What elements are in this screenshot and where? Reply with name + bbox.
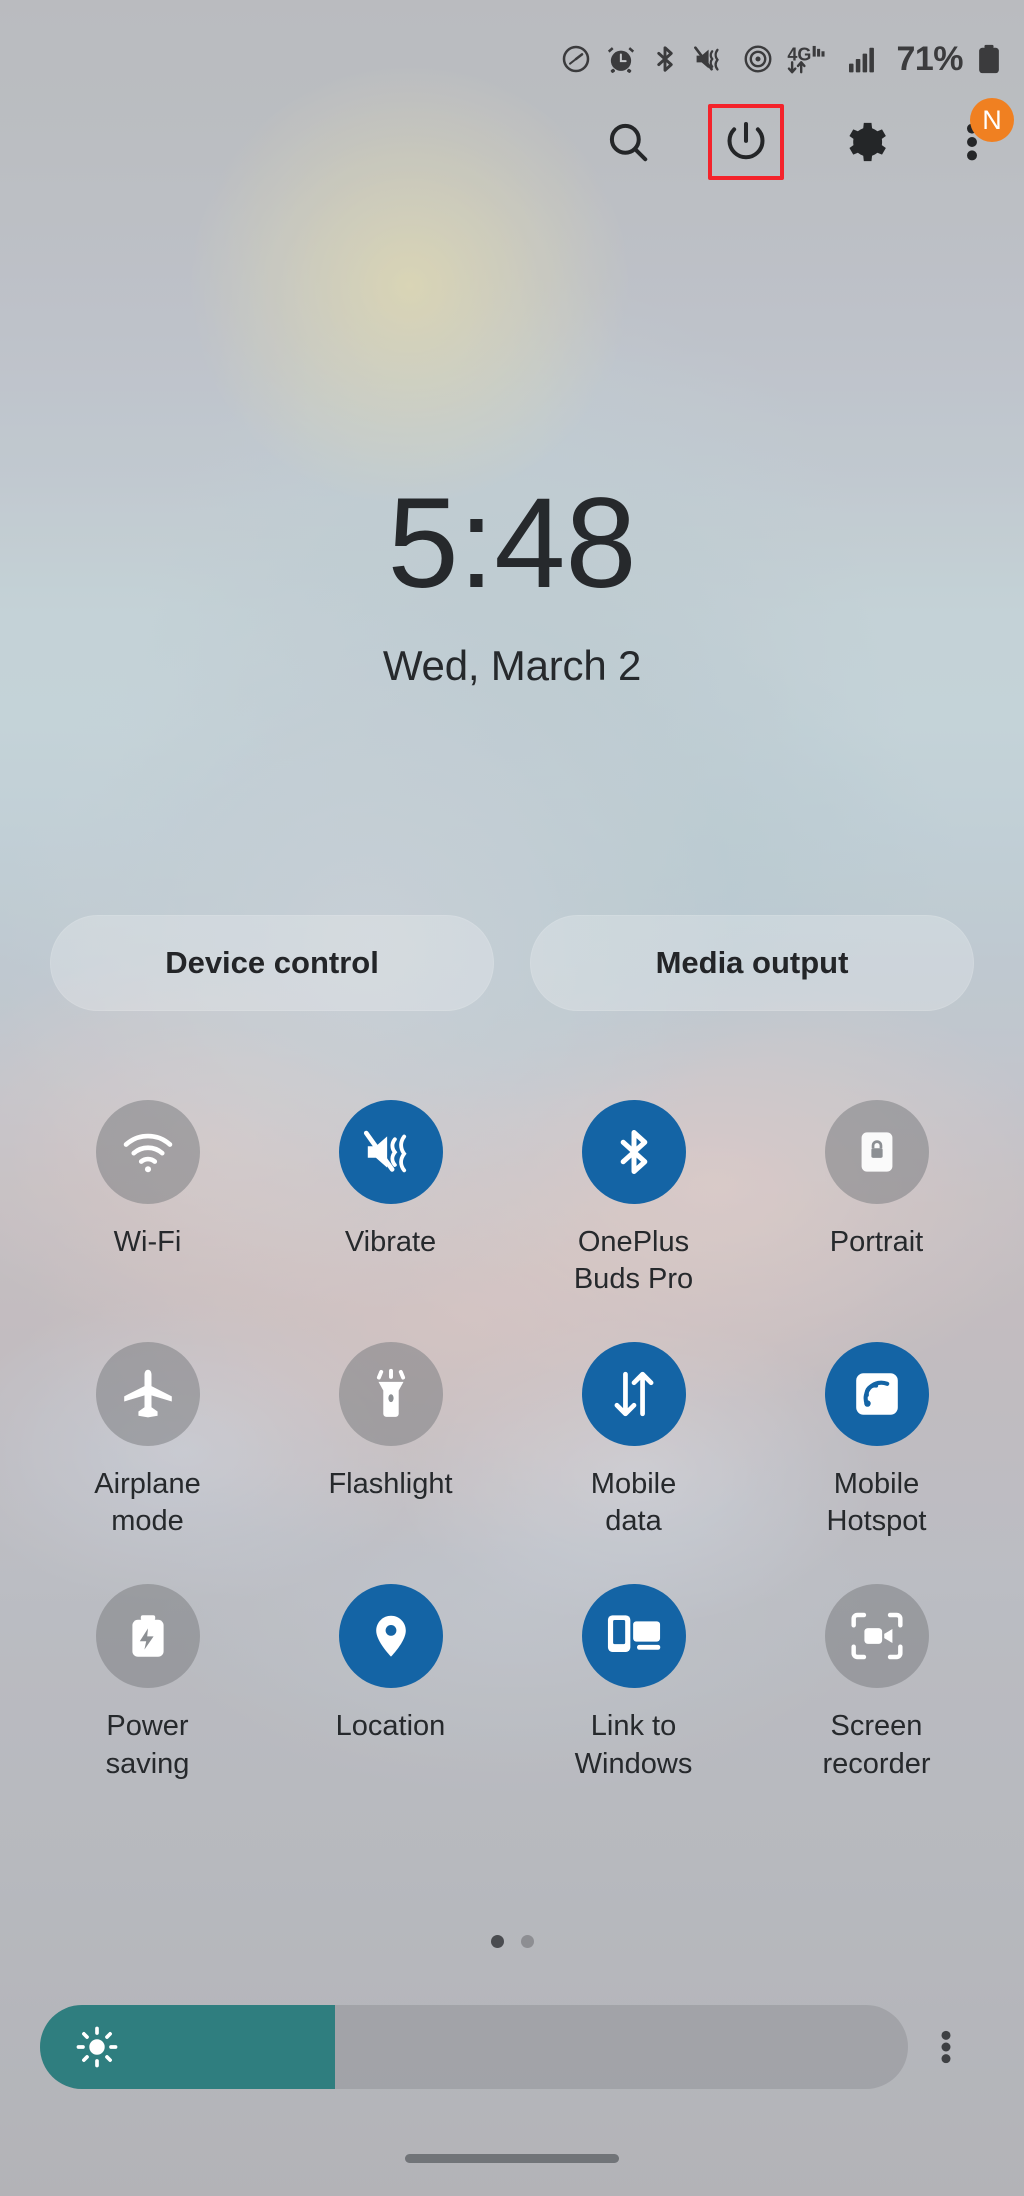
brightness-sun-icon bbox=[76, 2026, 118, 2068]
tile-link-to-windows[interactable]: Link to Windows bbox=[512, 1584, 755, 1782]
vibrate-icon bbox=[363, 1130, 407, 1173]
clock-widget[interactable]: 5:48 Wed, March 2 bbox=[0, 480, 1024, 690]
tile-icon-background bbox=[581, 1100, 686, 1204]
flashlight-icon bbox=[376, 1369, 405, 1418]
svg-text:4G: 4G bbox=[788, 44, 812, 64]
tile-label: Flashlight bbox=[328, 1468, 453, 1501]
tile-mobile-hotspot[interactable]: Mobile Hotspot bbox=[755, 1342, 998, 1540]
quick-access-pills: Device control Media output bbox=[50, 915, 974, 1011]
auto-rotate-lock-icon bbox=[861, 1132, 892, 1172]
tile-icon-background bbox=[581, 1584, 686, 1689]
tile-label: OnePlus Buds Pro bbox=[573, 1226, 694, 1296]
tile-icon-background bbox=[824, 1342, 929, 1447]
tile-icon-background bbox=[95, 1342, 200, 1447]
tile-icon-background bbox=[824, 1584, 929, 1689]
tile-icon-background bbox=[824, 1100, 929, 1204]
tile-wifi[interactable]: Wi-Fi bbox=[26, 1100, 269, 1298]
hotspot-icon bbox=[744, 45, 772, 73]
tile-icon-background bbox=[581, 1342, 686, 1447]
tile-label: Link to Windows bbox=[574, 1710, 693, 1780]
gear-icon bbox=[849, 122, 886, 162]
data-saver-icon bbox=[563, 45, 590, 73]
settings-button[interactable] bbox=[836, 114, 892, 170]
page-dot-1[interactable] bbox=[490, 1935, 504, 1948]
device-control-button[interactable]: Device control bbox=[50, 915, 494, 1011]
signal-strength-icon bbox=[849, 47, 875, 73]
power-saving-icon bbox=[131, 1615, 164, 1658]
tile-vibrate[interactable]: Vibrate bbox=[269, 1100, 512, 1298]
page-dot-2[interactable] bbox=[520, 1935, 534, 1948]
tile-mobile-data[interactable]: Mobile data bbox=[512, 1342, 755, 1540]
tile-screen-recorder[interactable]: Screen recorder bbox=[755, 1584, 998, 1782]
tile-label: Mobile Hotspot bbox=[826, 1468, 927, 1538]
sound-vibrate-mute-icon bbox=[694, 46, 720, 71]
page-indicator bbox=[0, 1935, 1024, 1948]
panel-header-actions: N bbox=[0, 98, 1024, 180]
hotspot-icon bbox=[855, 1373, 898, 1416]
wifi-icon bbox=[123, 1133, 172, 1173]
more-options-button[interactable]: N bbox=[944, 98, 1014, 170]
tile-power-saving[interactable]: Power saving bbox=[26, 1584, 269, 1782]
mobile-data-icon bbox=[614, 1372, 653, 1417]
search-button[interactable] bbox=[600, 114, 656, 170]
tile-location[interactable]: Location bbox=[269, 1584, 512, 1782]
tile-icon-background bbox=[95, 1100, 200, 1204]
tile-icon-background bbox=[95, 1584, 200, 1689]
brightness-control bbox=[40, 2005, 984, 2089]
media-output-button[interactable]: Media output bbox=[530, 915, 974, 1011]
alarm-icon bbox=[608, 47, 635, 73]
bluetooth-icon bbox=[657, 46, 674, 72]
tile-label: Mobile data bbox=[590, 1468, 677, 1538]
tile-airplane-mode[interactable]: Airplane mode bbox=[26, 1342, 269, 1540]
status-bar: 4G 71% bbox=[0, 0, 1024, 118]
tile-label: Vibrate bbox=[344, 1226, 437, 1258]
screen-recorder-icon bbox=[850, 1613, 903, 1660]
link-to-windows-icon bbox=[607, 1615, 660, 1653]
tile-label: Portrait bbox=[829, 1226, 924, 1258]
brightness-slider-fill bbox=[40, 2005, 336, 2089]
home-gesture-handle[interactable] bbox=[405, 2153, 619, 2163]
power-icon bbox=[727, 121, 765, 160]
clock-time: 5:48 bbox=[387, 472, 637, 615]
quick-settings-panel: 4G 71% N 5:48 Wed, March 2 Device contro… bbox=[0, 0, 1024, 2196]
tile-label: Location bbox=[335, 1710, 446, 1743]
tile-icon-background bbox=[338, 1100, 443, 1204]
brightness-options-button[interactable] bbox=[908, 2005, 984, 2089]
battery-icon bbox=[979, 44, 999, 74]
tile-label: Screen recorder bbox=[822, 1710, 931, 1780]
quick-settings-tiles: Wi-Fi Vibrate OnePlus Buds Pro Portrait … bbox=[26, 1100, 998, 1783]
network-type-icon: 4G bbox=[788, 44, 825, 74]
tile-portrait[interactable]: Portrait bbox=[755, 1100, 998, 1298]
navigation-bar bbox=[0, 2120, 1024, 2196]
bluetooth-icon bbox=[620, 1130, 647, 1174]
tile-icon-background bbox=[338, 1342, 443, 1447]
clock-date: Wed, March 2 bbox=[382, 642, 642, 689]
power-button[interactable] bbox=[708, 104, 784, 180]
tile-oneplus-buds-pro[interactable]: OnePlus Buds Pro bbox=[512, 1100, 755, 1298]
tile-label: Power saving bbox=[105, 1710, 190, 1780]
tile-icon-background bbox=[338, 1584, 443, 1689]
airplane-icon bbox=[123, 1369, 172, 1418]
tile-label: Wi-Fi bbox=[113, 1226, 182, 1258]
battery-percent-label: 71% bbox=[896, 39, 963, 78]
location-pin-icon bbox=[375, 1616, 406, 1658]
notification-badge: N bbox=[970, 98, 1014, 142]
tile-label: Airplane mode bbox=[94, 1468, 201, 1538]
panel-scrim bbox=[0, 0, 1024, 2196]
tile-flashlight[interactable]: Flashlight bbox=[269, 1342, 512, 1540]
three-dots-vertical-icon bbox=[941, 2030, 951, 2064]
brightness-slider[interactable] bbox=[40, 2005, 908, 2089]
search-icon bbox=[609, 123, 648, 162]
